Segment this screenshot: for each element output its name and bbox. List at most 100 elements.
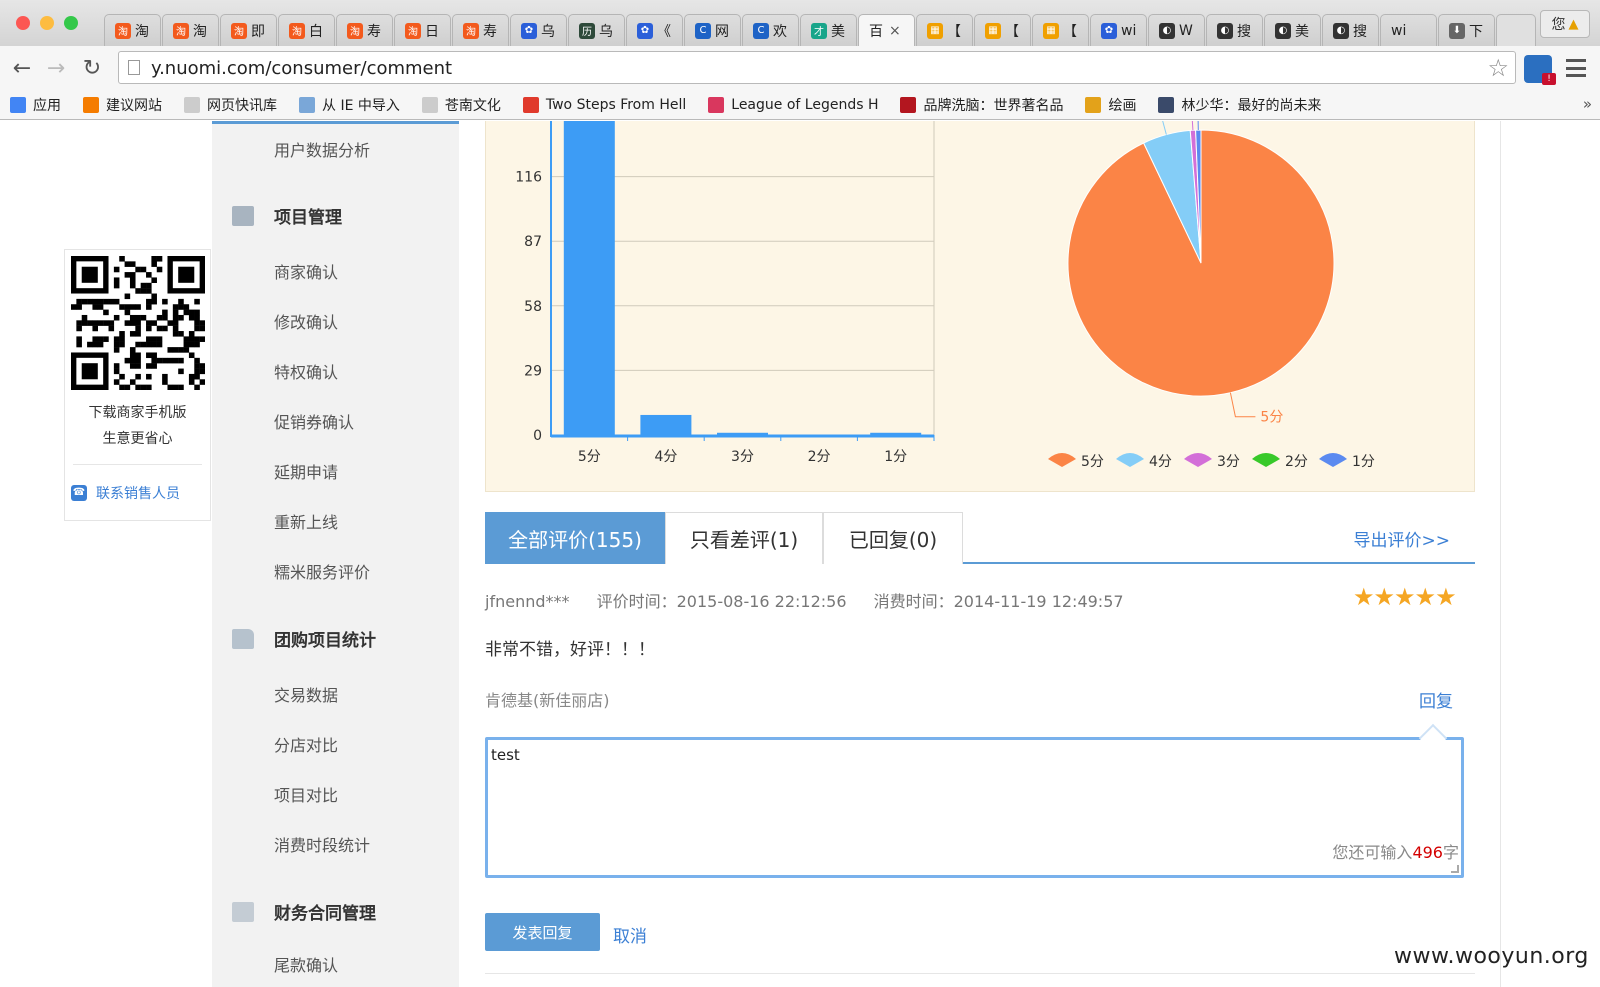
review-time: 评价时间：2015-08-16 22:12:56: [596, 592, 847, 611]
resize-handle[interactable]: [1451, 865, 1459, 873]
tab-negative-reviews[interactable]: 只看差评(1): [665, 512, 823, 564]
contact-sales-link[interactable]: ☎ 联系销售人员: [71, 483, 180, 503]
legend-label: 3分: [1217, 454, 1240, 470]
sidebar-item[interactable]: 重新上线: [274, 509, 338, 533]
pie-leader-line: [1229, 392, 1256, 418]
browser-tab[interactable]: C欢: [742, 14, 799, 46]
browser-tab[interactable]: 淘即: [220, 14, 277, 46]
bookmark-label: Two Steps From Hell: [545, 96, 687, 113]
legend-item[interactable]: 5分: [1048, 453, 1104, 470]
sidebar-item[interactable]: 尾款确认: [274, 952, 338, 976]
legend-item[interactable]: 3分: [1184, 453, 1240, 470]
sidebar-group-project[interactable]: 项目管理: [232, 203, 342, 228]
rating-stars: ★★★★★: [1353, 583, 1457, 611]
window-zoom-button[interactable]: [64, 16, 78, 30]
bookmark-item[interactable]: 绘画: [1085, 95, 1136, 115]
browser-menu-icon[interactable]: [1566, 59, 1586, 77]
legend-label: 1分: [1352, 454, 1375, 470]
sidebar-item[interactable]: 延期申请: [274, 459, 338, 483]
tab-replied-reviews[interactable]: 已回复(0): [823, 512, 963, 564]
y-tick-label: 29: [524, 363, 542, 379]
browser-tab[interactable]: ✿ 乌: [510, 14, 567, 46]
sidebar-group-group-buy-stats[interactable]: 团购项目统计: [232, 626, 376, 651]
sidebar-item[interactable]: 消费时段统计: [274, 832, 370, 856]
bookmark-item[interactable]: 林少华：最好的尚未来: [1158, 95, 1321, 115]
window-minimize-button[interactable]: [40, 16, 54, 30]
bookmarks-overflow-icon[interactable]: »: [1583, 95, 1592, 113]
bookmark-item[interactable]: Two Steps From Hell: [522, 96, 687, 113]
submit-reply-button[interactable]: 发表回复: [485, 913, 600, 951]
sidebar-item[interactable]: 商家确认: [274, 259, 338, 283]
browser-tab[interactable]: C网: [684, 14, 741, 46]
consume-time: 消费时间：2014-11-19 12:49:57: [873, 592, 1124, 611]
profile-chip[interactable]: 您 ▲: [1540, 10, 1590, 38]
browser-tab[interactable]: 淘寿: [336, 14, 393, 46]
browser-tab[interactable]: 淘寿: [452, 14, 509, 46]
sidebar-item[interactable]: 促销券确认: [274, 409, 354, 433]
bookmark-item[interactable]: 从 IE 中导入: [299, 95, 400, 115]
warning-icon: ▲: [1568, 16, 1579, 32]
sidebar-item[interactable]: 交易数据: [274, 682, 338, 706]
new-tab-button[interactable]: [1496, 14, 1536, 46]
browser-tab[interactable]: ✿ wi: [1090, 14, 1147, 46]
browser-tab[interactable]: ◐ 搜: [1206, 14, 1263, 46]
extension-icon[interactable]: !: [1524, 55, 1556, 85]
legend-item[interactable]: 4分: [1116, 453, 1172, 470]
sidebar-item[interactable]: 修改确认: [274, 309, 338, 333]
browser-tab[interactable]: ▦ 【: [1032, 14, 1089, 46]
tab-favicon-icon: ✿: [637, 22, 653, 39]
tab-title: 【: [1005, 23, 1019, 40]
browser-tab[interactable]: 淘淘: [104, 14, 161, 46]
reload-icon[interactable]: ↻: [78, 54, 106, 82]
tab-title: 百: [869, 24, 883, 40]
browser-tab[interactable]: 淘白: [278, 14, 335, 46]
browser-tab[interactable]: ◐ 美: [1264, 14, 1321, 46]
bookmark-item[interactable]: 网页快讯库: [184, 95, 277, 115]
tab-all-reviews[interactable]: 全部评价(155): [485, 512, 665, 564]
sidebar-item[interactable]: 特权确认: [274, 359, 338, 383]
x-tick-label: 5分: [578, 449, 601, 465]
sidebar-item[interactable]: 项目对比: [274, 782, 338, 806]
browser-tab[interactable]: ✿ 《: [626, 14, 683, 46]
browser-tab[interactable]: ◐ 搜: [1322, 14, 1379, 46]
rating-pie-chart: 5分 5分 4分 3分 2分 1分: [1048, 121, 1375, 470]
window-close-button[interactable]: [16, 16, 30, 30]
bookmark-label: 苍南文化: [444, 97, 501, 114]
profile-label: 您: [1551, 17, 1566, 33]
browser-tab-strip: 淘淘淘淘淘即淘白淘寿淘日淘寿 ✿ 乌历乌 ✿ 《 C 网 C 欢才美百 × ▦ 【▦ 【▦ 【✿ wi ◐ W ◐…: [0, 0, 1600, 47]
sidebar-item[interactable]: 分店对比: [274, 732, 338, 756]
browser-tab[interactable]: ▦ 【: [974, 14, 1031, 46]
browser-tab[interactable]: 才美: [800, 14, 857, 46]
browser-tab[interactable]: wi: [1380, 14, 1437, 46]
bookmark-star-icon[interactable]: ☆: [1487, 54, 1509, 82]
reply-textarea[interactable]: [491, 746, 1451, 841]
tab-title: 日: [425, 23, 439, 40]
bookmark-item[interactable]: 品牌洗脑：世界著名品: [900, 95, 1063, 115]
bookmark-item[interactable]: 苍南文化: [421, 95, 501, 115]
browser-tab[interactable]: 历乌: [568, 14, 625, 46]
bookmark-item[interactable]: League of Legends H: [708, 96, 878, 113]
bookmark-item[interactable]: 建议网站: [83, 95, 162, 115]
legend-item[interactable]: 1分: [1319, 453, 1375, 470]
cancel-reply-link[interactable]: 取消: [613, 922, 647, 947]
bar: [640, 414, 692, 435]
export-reviews-link[interactable]: 导出评价>>: [1354, 526, 1451, 551]
reply-link[interactable]: 回复: [1419, 687, 1453, 712]
sidebar-item[interactable]: 糯米服务评价: [274, 559, 370, 583]
browser-tab[interactable]: ▦ 【: [916, 14, 973, 46]
tab-favicon-icon: ▦: [927, 22, 943, 39]
bookmark-favicon-icon: [522, 96, 539, 113]
tab-close-icon[interactable]: ×: [889, 23, 901, 39]
bookmark-item[interactable]: 应用: [10, 95, 61, 115]
sidebar-group-finance[interactable]: 财务合同管理: [232, 899, 376, 924]
address-bar[interactable]: y.nuomi.com/consumer/comment ☆: [118, 51, 1516, 84]
sidebar-item-user-analysis[interactable]: 用户数据分析: [274, 137, 370, 161]
browser-tab[interactable]: 百 ×: [858, 14, 915, 47]
browser-tab[interactable]: ◐ W: [1148, 14, 1205, 46]
legend-item[interactable]: 2分: [1252, 453, 1308, 470]
browser-tab[interactable]: ⬇ 下: [1438, 14, 1495, 46]
browser-tab[interactable]: 淘淘: [162, 14, 219, 46]
forward-arrow-icon[interactable]: →: [42, 54, 70, 82]
browser-tab[interactable]: 淘日: [394, 14, 451, 46]
back-arrow-icon[interactable]: ←: [8, 54, 36, 82]
